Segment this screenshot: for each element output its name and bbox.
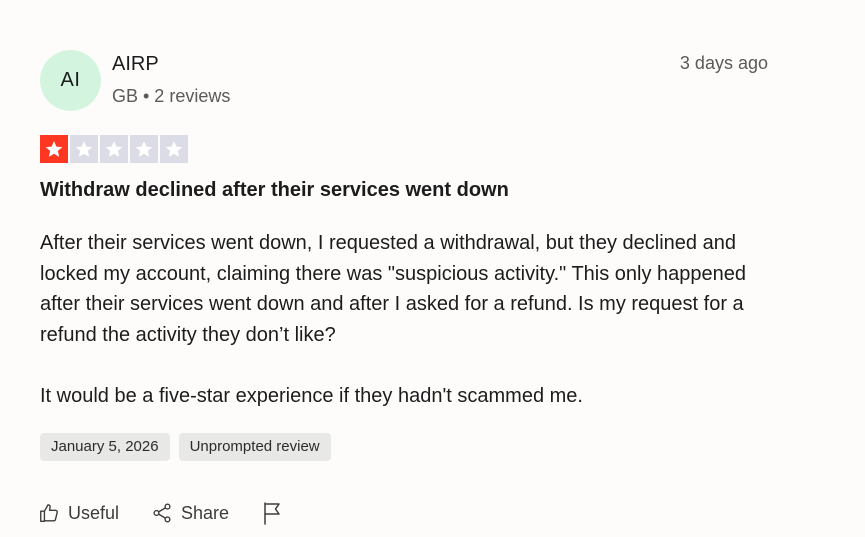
star-filled-icon <box>40 135 68 163</box>
star-empty-icon <box>160 135 188 163</box>
star-empty-icon <box>70 135 98 163</box>
share-button[interactable]: Share <box>151 502 229 524</box>
experience-date-tag: January 5, 2026 <box>40 433 170 461</box>
avatar-initials: AI <box>60 69 81 91</box>
reviewer-name[interactable]: AIRP <box>112 53 159 76</box>
flag-icon <box>261 501 283 525</box>
useful-button[interactable]: Useful <box>38 502 119 524</box>
review-paragraph: It would be a five-star experience if th… <box>40 385 583 407</box>
review-tags: January 5, 2026 Unprompted review <box>40 433 331 461</box>
report-button[interactable] <box>261 501 283 525</box>
review-title[interactable]: Withdraw declined after their services w… <box>40 179 509 202</box>
review-paragraph: After their services went down, I reques… <box>40 232 747 346</box>
reviewer-meta: GB • 2 reviews <box>112 86 231 106</box>
review-actions: Useful Share <box>38 501 283 525</box>
star-empty-icon <box>130 135 158 163</box>
avatar[interactable]: AI <box>40 50 101 111</box>
review-body: After their services went down, I reques… <box>40 228 780 412</box>
share-icon <box>151 502 173 524</box>
review-type-tag[interactable]: Unprompted review <box>178 433 331 461</box>
thumbs-up-icon <box>38 502 60 524</box>
useful-label: Useful <box>68 502 120 523</box>
review-card: AI AIRP GB • 2 reviews 3 days ago Withdr… <box>0 0 865 537</box>
star-rating <box>40 135 188 163</box>
share-label: Share <box>181 502 230 523</box>
review-date: 3 days ago <box>679 53 768 73</box>
star-empty-icon <box>100 135 128 163</box>
